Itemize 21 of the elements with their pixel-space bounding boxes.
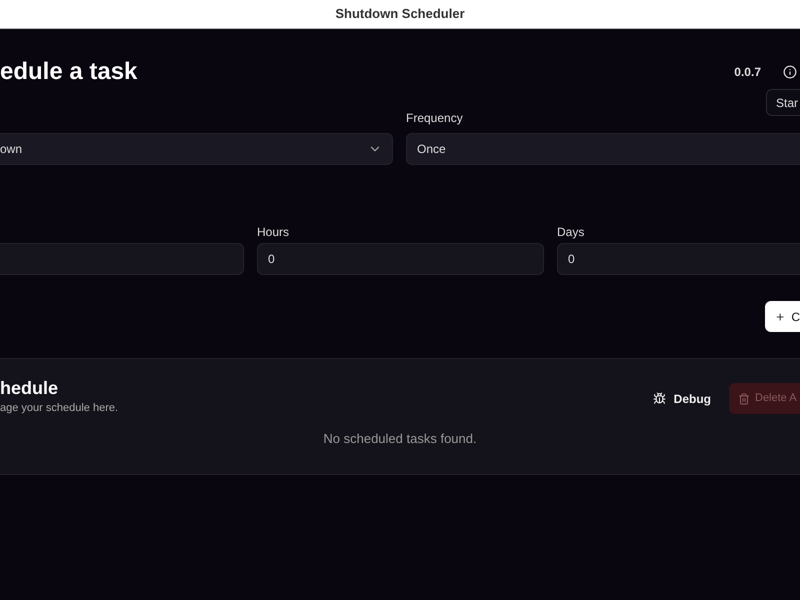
number-field[interactable]: 0 [257, 243, 544, 275]
card-title: hedule [0, 377, 60, 399]
trash-icon [738, 392, 750, 404]
card-subtitle: age your schedule here. [0, 401, 118, 416]
version-label: 0.0.7 [734, 64, 761, 81]
number-field[interactable] [0, 243, 244, 275]
frequency-field[interactable]: Once [406, 133, 800, 165]
empty-message: No scheduled tasks found. [323, 430, 477, 448]
start-button[interactable]: Star [766, 89, 800, 116]
field-label: Hours [257, 224, 290, 237]
add-button[interactable]: C [765, 301, 800, 332]
debug-button[interactable]: Debug [652, 390, 711, 408]
field-label: Frequency [406, 110, 464, 127]
window-title: Shutdown Scheduler [335, 5, 465, 24]
number-field[interactable]: 0 [557, 243, 800, 275]
page-title: edule a task [0, 57, 138, 87]
bug-icon [652, 392, 666, 405]
field-label: Days [557, 224, 586, 237]
action-select[interactable]: own [0, 133, 393, 165]
info-icon[interactable] [783, 65, 797, 79]
plus-icon [775, 310, 786, 322]
